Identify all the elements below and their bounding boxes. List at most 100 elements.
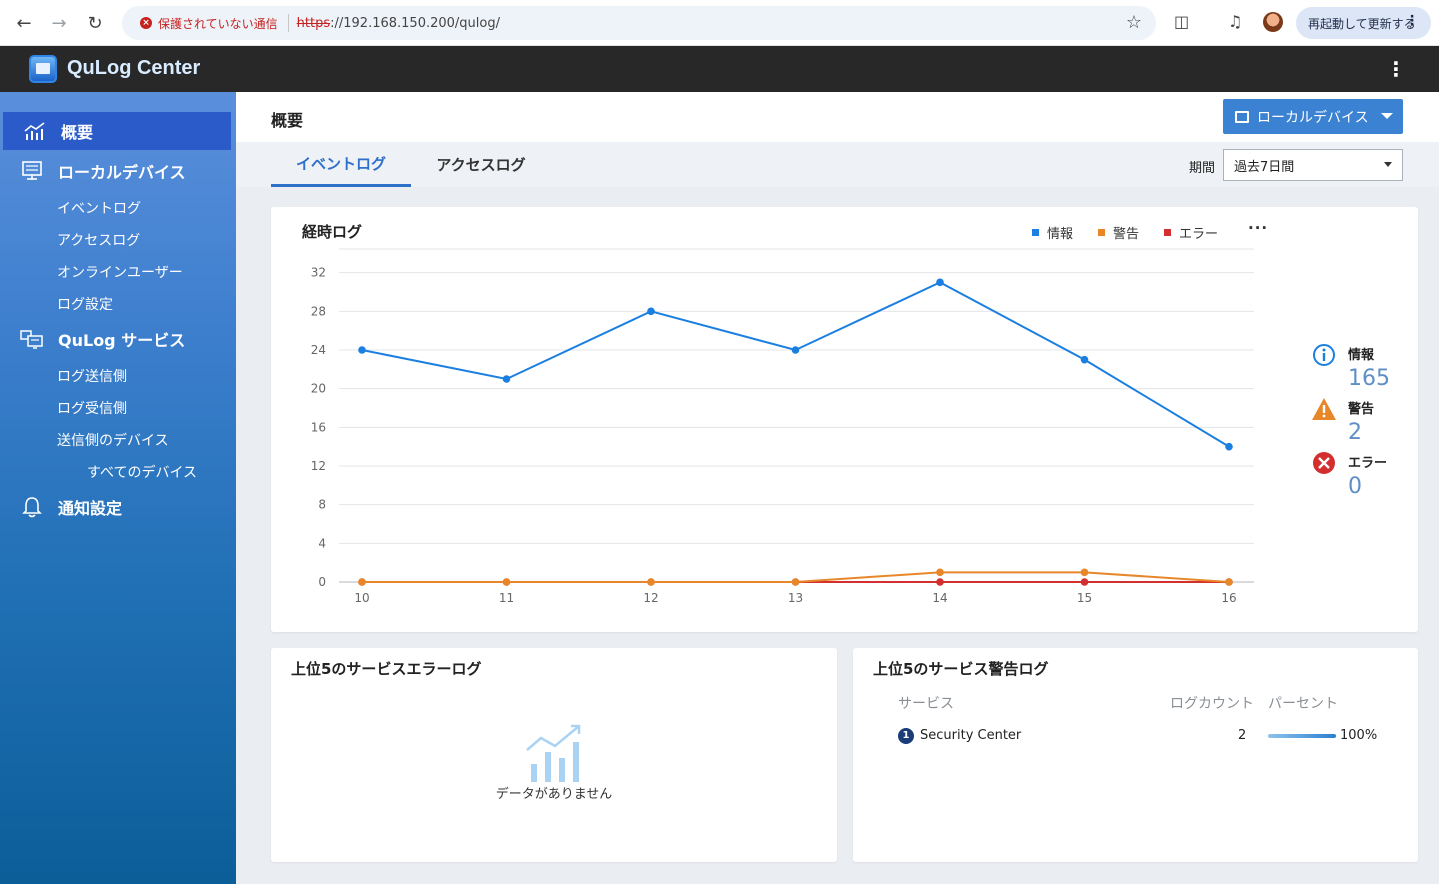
x-tick-label: 15 <box>1077 591 1092 605</box>
sidebar-item-log-settings[interactable]: ログ設定 <box>57 294 113 314</box>
app-title: QuLog Center <box>67 57 201 79</box>
summary-info-label: 情報 <box>1348 348 1375 363</box>
browser-menu-icon[interactable]: ⋮ <box>1405 13 1419 29</box>
percent-bar <box>1268 734 1336 738</box>
data-point <box>358 578 366 586</box>
extensions-icon[interactable]: ◫ <box>1174 12 1189 31</box>
empty-state-text: データがありません <box>495 787 613 802</box>
error-icon <box>1312 451 1336 475</box>
omnibox-divider <box>287 14 289 32</box>
period-select[interactable]: 過去7日間 <box>1223 149 1403 181</box>
monitor-icon <box>1235 110 1249 123</box>
column-header-service: サービス <box>898 696 954 712</box>
sidebar-item-sender-devices[interactable]: 送信側のデバイス <box>57 430 169 450</box>
sidebar: 概要 ローカルデバイス イベントログ アクセスログ オンラインユーザー ログ設定… <box>0 92 236 884</box>
restart-update-button[interactable]: 再起動して更新する ⋮ <box>1296 7 1431 39</box>
sidebar-item-log-receiver[interactable]: ログ受信側 <box>57 398 127 418</box>
browser-toolbar: ← → ↻ × 保護されていない通信 https ://192.168.150.… <box>0 0 1439 46</box>
page-header: 概要 ローカルデバイス <box>236 92 1439 142</box>
warning-card-title: 上位5のサービス警告ログ <box>873 660 1049 678</box>
rank-badge: 1 <box>898 728 914 744</box>
column-header-percent: パーセント <box>1268 696 1338 712</box>
data-point <box>1080 568 1089 577</box>
chart-icon <box>23 121 47 141</box>
warning-icon <box>1311 397 1337 421</box>
info-icon <box>1312 343 1336 367</box>
row-service-name: Security Center <box>920 728 1022 743</box>
top5-warning-card: 上位5のサービス警告ログ サービス ログカウント パーセント 1 Securit… <box>853 648 1418 862</box>
sidebar-item-overview[interactable]: 概要 <box>3 112 231 150</box>
x-tick-label: 10 <box>354 591 369 605</box>
row-percent: 100% <box>1340 728 1378 743</box>
address-bar[interactable]: × 保護されていない通信 https ://192.168.150.200/qu… <box>122 6 1156 40</box>
data-point <box>791 346 800 354</box>
y-tick-label: 4 <box>318 536 326 550</box>
sidebar-item-event-log[interactable]: イベントログ <box>57 198 141 218</box>
period-label: 期間 <box>1189 161 1216 176</box>
data-point <box>647 578 655 586</box>
y-tick-label: 20 <box>311 382 326 396</box>
sidebar-item-qulog-service[interactable]: QuLog サービス <box>0 320 236 358</box>
restart-label: 再起動して更新する <box>1308 16 1416 31</box>
local-device-dropdown[interactable]: ローカルデバイス <box>1223 99 1403 134</box>
x-tick-label: 13 <box>788 591 803 605</box>
chevron-down-icon <box>1381 113 1393 119</box>
data-point <box>502 375 511 383</box>
bell-icon <box>20 497 44 518</box>
device-button-label: ローカルデバイス <box>1257 109 1369 126</box>
page-title: 概要 <box>271 111 304 130</box>
timeline-chart: 0 4 8 12 16 20 24 28 32 10 11 12 13 14 15 16 <box>311 248 1254 605</box>
summary-warning-label: 警告 <box>1348 402 1375 417</box>
back-arrow-icon[interactable]: ← <box>12 11 36 35</box>
sidebar-item-access-log[interactable]: アクセスログ <box>57 230 140 250</box>
reload-icon[interactable]: ↻ <box>83 11 107 35</box>
sidebar-item-all-devices[interactable]: すべてのデバイス <box>87 462 197 482</box>
sidebar-item-log-sender[interactable]: ログ送信側 <box>57 366 127 386</box>
data-point <box>647 307 655 316</box>
empty-chart-icon <box>525 722 583 784</box>
x-tick-label: 12 <box>643 591 658 605</box>
x-tick-label: 14 <box>932 591 947 605</box>
insecure-label: 保護されていない通信 <box>158 16 278 31</box>
sidebar-item-label: ローカルデバイス <box>58 163 186 182</box>
summary-warning-value: 2 <box>1348 420 1362 445</box>
forward-arrow-icon[interactable]: → <box>47 11 71 35</box>
summary-info-value: 165 <box>1348 366 1390 391</box>
data-point <box>502 578 511 586</box>
kebab-menu-icon[interactable]: ⋮ <box>1386 56 1406 82</box>
y-tick-label: 12 <box>311 459 326 473</box>
column-header-count: ログカウント <box>1170 696 1254 712</box>
devices-icon <box>20 329 44 349</box>
summary-error-label: エラー <box>1348 456 1388 471</box>
data-point <box>1225 442 1233 451</box>
series-line <box>361 281 1230 448</box>
sidebar-item-label: QuLog サービス <box>58 331 186 350</box>
qulog-logo-icon <box>29 55 57 83</box>
error-card-title: 上位5のサービスエラーログ <box>291 660 482 678</box>
bookmark-star-icon[interactable]: ☆ <box>1126 12 1142 33</box>
sidebar-item-online-users[interactable]: オンラインユーザー <box>57 262 183 282</box>
profile-avatar[interactable] <box>1263 12 1283 32</box>
data-point <box>936 578 944 586</box>
chevron-down-icon <box>1384 162 1392 167</box>
timeline-card: 経時ログ 情報 警告 エラー ··· 0 4 8 12 16 20 24 28 32 10 11 12… <box>271 207 1418 632</box>
data-point <box>1080 578 1089 586</box>
data-point <box>791 578 800 586</box>
sidebar-item-local-device[interactable]: ローカルデバイス <box>0 152 236 190</box>
app-header: QuLog Center ⋮ <box>0 46 1439 92</box>
tab-access-log[interactable]: アクセスログ <box>411 142 551 187</box>
sidebar-item-label: 通知設定 <box>58 499 123 518</box>
data-point <box>1225 578 1233 586</box>
row-log-count: 2 <box>1238 728 1247 743</box>
main-content: 概要 ローカルデバイス イベントログ アクセスログ 期間 過去7日間 経時ログ … <box>236 92 1439 884</box>
security-indicator[interactable]: × 保護されていない通信 <box>132 10 286 36</box>
url-text: ://192.168.150.200/qulog/ <box>330 15 500 31</box>
sidebar-item-notification[interactable]: 通知設定 <box>0 488 236 526</box>
tabs-bar: イベントログ アクセスログ 期間 過去7日間 <box>236 142 1439 187</box>
media-control-icon[interactable]: ♫ <box>1228 12 1242 31</box>
tab-event-log[interactable]: イベントログ <box>271 142 411 187</box>
x-tick-label: 11 <box>499 591 514 605</box>
top5-error-card: 上位5のサービスエラーログ データがありません <box>271 648 837 862</box>
y-tick-label: 32 <box>311 266 326 280</box>
data-point <box>936 568 944 577</box>
